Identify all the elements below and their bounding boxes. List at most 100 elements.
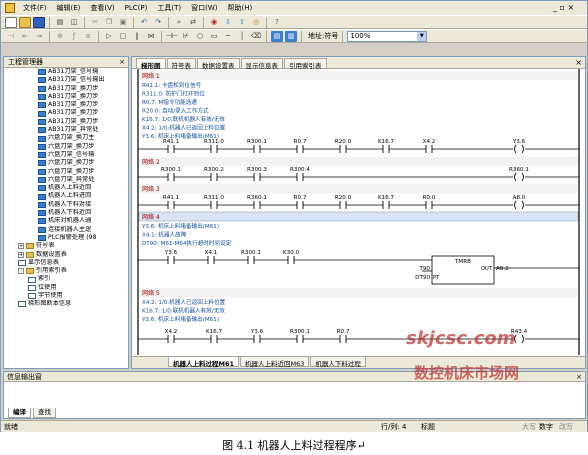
program-tab[interactable]: 机器人下料过程 [310, 357, 366, 368]
coil-icon[interactable]: ○ [194, 31, 206, 42]
tree-item[interactable]: 六盘刀架_换刀步 [4, 143, 128, 151]
tree-item[interactable]: 六盘刀架_信号输 [4, 151, 128, 159]
redo-icon[interactable]: ↷ [152, 17, 164, 28]
mdi-window-controls[interactable]: _ ▫ × [553, 3, 574, 12]
tree-item[interactable]: 梯形图断本信息 [4, 300, 128, 308]
coil-arc-right [521, 144, 524, 154]
compile-icon[interactable]: ◉ [208, 17, 220, 28]
menu-file[interactable]: 文件(F) [19, 3, 51, 13]
navigate-icon[interactable]: ⇤ [19, 31, 31, 42]
delete-line-icon[interactable]: ⌫ [250, 31, 262, 42]
program-tab[interactable]: 机器人上料近回M63 [240, 357, 310, 368]
tree-item[interactable]: AB31刀架_换刀步 [4, 109, 128, 117]
program-tab[interactable]: 机器人上料过程M61 [168, 357, 240, 368]
tree-item[interactable]: + 符号表 [4, 242, 128, 250]
program-block-icon [38, 127, 46, 134]
menu-help[interactable]: 帮助(H) [224, 3, 257, 13]
print-icon[interactable]: ▤ [54, 17, 66, 28]
save-icon[interactable] [33, 16, 45, 28]
program-block-icon [38, 102, 46, 109]
tree-item[interactable]: 六盘刀架_换刀主 [4, 134, 128, 142]
upload-icon[interactable]: ⇧ [236, 17, 248, 28]
tree-item[interactable]: 六盘刀架_异常处 [4, 176, 128, 184]
tree-item[interactable]: 显示信息表 [4, 259, 128, 267]
tree-item[interactable]: 机床对机器人通 [4, 217, 128, 225]
mode-icon[interactable]: ⋈ [145, 31, 157, 42]
tree-item[interactable]: 机器人下料近回 [4, 209, 128, 217]
cut-icon[interactable]: ✂ [89, 17, 101, 28]
tree-item[interactable]: 六盘刀架_换刀步 [4, 159, 128, 167]
find-icon[interactable]: ⌕ [173, 17, 185, 28]
menu-window[interactable]: 窗口(W) [187, 3, 221, 13]
replace-icon[interactable]: ⇄ [187, 17, 199, 28]
menu-plc[interactable]: PLC(P) [121, 4, 152, 12]
folder-icon [26, 243, 34, 250]
close-icon[interactable]: × [576, 372, 582, 382]
download-icon[interactable]: ⇩ [222, 17, 234, 28]
tree-item[interactable]: AB31刀架_换刀步 [4, 101, 128, 109]
output-tab[interactable]: 编译 [8, 408, 31, 418]
ladder-diagram[interactable]: 网络 1R41.1: 卡盘松到位信号R311.0: 防护门打开到位R0.7: M… [132, 69, 585, 355]
navigate-next-icon[interactable]: ⇥ [33, 31, 45, 42]
function-block-icon[interactable]: ▭ [208, 31, 220, 42]
open-folder-icon[interactable] [19, 16, 31, 28]
run-icon[interactable]: ▷ [103, 31, 115, 42]
tree-item-label: 字节使用 [38, 292, 63, 300]
zoom-select[interactable]: 100% ▼ [347, 30, 428, 42]
close-icon[interactable]: × [575, 58, 582, 67]
tree-item[interactable]: 索引 [4, 275, 128, 283]
menu-tools[interactable]: 工具(T) [153, 3, 185, 13]
output-tab[interactable]: 查找 [33, 408, 56, 418]
tree-item[interactable]: 六盘刀架_换刀步 [4, 168, 128, 176]
monitor-icon[interactable]: ◎ [250, 17, 262, 28]
tree-item[interactable]: AB31刀架_信号输 [4, 68, 128, 76]
address-mode-icon[interactable]: ▤ [271, 30, 283, 42]
zoom-icon[interactable]: ⊕ [54, 31, 66, 42]
toolbar-separator [266, 16, 267, 28]
tree-item[interactable]: 机器人上料近回 [4, 184, 128, 192]
editor-tab[interactable]: 引用索引表 [284, 58, 327, 70]
pause-icon[interactable]: ‖ [131, 31, 143, 42]
editor-tab[interactable]: 显示信息表 [240, 58, 283, 70]
tree-item[interactable]: 连接机器人主逻 [4, 226, 128, 234]
tree-item[interactable]: - 引用索引表 [4, 267, 128, 275]
menu-view[interactable]: 查看(V) [86, 3, 118, 13]
network-title: 网络 1 [142, 72, 160, 80]
vline-icon[interactable]: │ [236, 31, 248, 42]
tree-item[interactable]: 机器人上料进回 [4, 192, 128, 200]
tree-item[interactable]: 字节使用 [4, 292, 128, 300]
toolbar-separator [342, 30, 344, 42]
editor-tab[interactable]: 数据设置表 [197, 58, 240, 70]
tree-item[interactable]: PLC报警处理 (98 [4, 234, 128, 242]
symbol-mode-icon[interactable]: ▥ [285, 30, 297, 42]
tree-item[interactable]: + 数据设置表 [4, 251, 128, 259]
tree-item[interactable]: AB31刀架_换刀步 [4, 93, 128, 101]
function-icon[interactable]: ƒ [68, 31, 80, 42]
close-icon[interactable]: × [119, 57, 125, 68]
expand-icon[interactable]: + [18, 243, 24, 250]
hline-icon[interactable]: ─ [222, 31, 234, 42]
new-file-icon[interactable] [5, 16, 17, 28]
tree-item[interactable]: AB31刀架_信号输出 [4, 76, 128, 84]
step-icon[interactable]: ≡ [82, 31, 94, 42]
tree-item[interactable]: 位使用 [4, 284, 128, 292]
stop-icon[interactable]: □ [117, 31, 129, 42]
editor-tab[interactable]: 符号表 [166, 58, 196, 70]
tree-item[interactable]: AB31刀架_换刀步 [4, 85, 128, 93]
edit-tool-icon[interactable]: ⊣ [5, 31, 17, 42]
no-contact-icon[interactable]: ⊣⊢ [166, 31, 178, 42]
copy-icon[interactable]: ❐ [103, 17, 115, 28]
tree-item[interactable]: AB31刀架_换刀步 [4, 118, 128, 126]
help-icon[interactable]: ? [271, 17, 283, 28]
tree-item[interactable]: AB31刀架_异常处 [4, 126, 128, 134]
paste-icon[interactable]: ▣ [117, 17, 129, 28]
contact-address: R360.1 [247, 195, 267, 201]
menu-edit[interactable]: 编辑(E) [53, 3, 85, 13]
undo-icon[interactable]: ↶ [138, 17, 150, 28]
editor-tab[interactable]: 梯形图 [136, 58, 166, 70]
tree-item[interactable]: 机器人下料对接 [4, 201, 128, 209]
collapse-icon[interactable]: - [18, 268, 24, 275]
nc-contact-icon[interactable]: ⊬ [180, 31, 192, 42]
expand-icon[interactable]: + [18, 251, 24, 258]
print-preview-icon[interactable]: ◫ [68, 17, 80, 28]
